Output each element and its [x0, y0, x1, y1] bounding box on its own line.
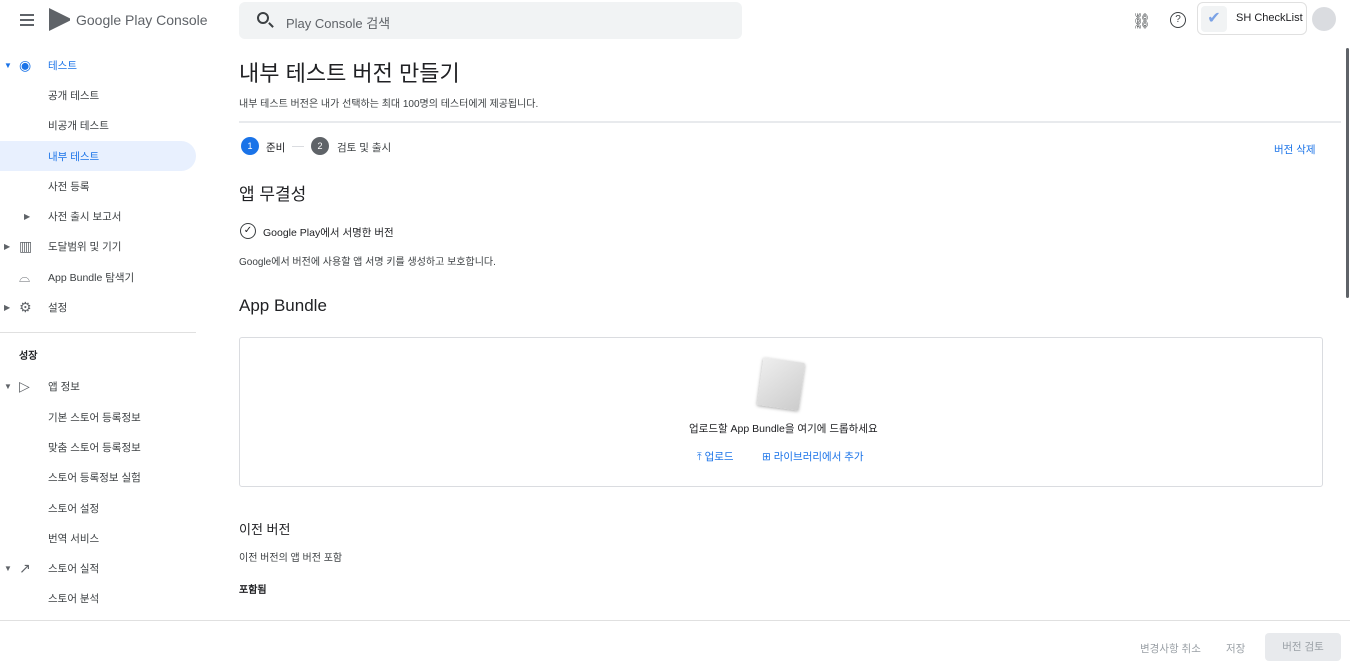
bar-chart-icon: ▥ [19, 238, 33, 255]
sidebar-item-app-info[interactable]: ▼ ▷ 앱 정보 [0, 372, 200, 402]
footer-bar: 변경사항 취소 저장 버전 검토 [0, 620, 1350, 667]
integrity-desc: Google에서 버전에 사용할 앱 서명 키를 생성하고 보호합니다. [239, 257, 496, 268]
sidebar-item-label: 도달범위 및 기기 [48, 241, 122, 254]
chevron-right-icon: ▶ [24, 212, 31, 222]
sidebar-item-pre-launch-report[interactable]: ▶ 사전 출시 보고서 [0, 201, 200, 231]
app-name: SH CheckList [1236, 12, 1303, 24]
sidebar-item-label: 기본 스토어 등록정보 [48, 411, 141, 424]
sidebar-item-label: 번역 서비스 [48, 532, 100, 545]
sidebar-item-settings[interactable]: ▶ ⚙ 설정 [0, 292, 200, 322]
chevron-right-icon: ▶ [4, 303, 11, 313]
link-icon[interactable]: ⛓ [1132, 12, 1151, 30]
sidebar-item-closed-test[interactable]: 비공개 테스트 [0, 111, 200, 141]
app-icon: ✔ [1201, 6, 1227, 32]
sidebar-item-pre-registration[interactable]: 사전 등록 [0, 171, 200, 201]
help-icon[interactable]: ? [1170, 12, 1186, 28]
library-label: 라이브러리에서 추가 [773, 451, 864, 463]
trending-up-icon: ↗ [19, 560, 31, 577]
divider [0, 331, 196, 333]
sidebar-item-bundle-explorer[interactable]: ⌓ App Bundle 탐색기 [0, 262, 200, 292]
sidebar-item-label: 사전 등록 [48, 180, 90, 193]
page-subtitle: 내부 테스트 버전은 내가 선택하는 최대 100명의 테스터에게 제공됩니다. [239, 99, 539, 110]
sidebar-item-reach-devices[interactable]: ▶ ▥ 도달범위 및 기기 [0, 232, 200, 262]
included-label: 포함됨 [239, 585, 267, 596]
search-input[interactable]: Play Console 검색 [239, 2, 742, 39]
sidebar-item-label: 테스트 [48, 59, 77, 72]
search-placeholder: Play Console 검색 [286, 16, 391, 31]
upload-icon: ⤒ [697, 451, 702, 463]
step-connector [292, 146, 304, 147]
sidebar-item-label: 스토어 등록정보 실험 [48, 472, 141, 485]
menu-icon[interactable] [20, 14, 34, 26]
sidebar-item-custom-listing[interactable]: 맞춤 스토어 등록정보 [0, 432, 200, 462]
chevron-right-icon: ▶ [4, 242, 11, 252]
sidebar: ▼ ◉ 테스트 공개 테스트 비공개 테스트 내부 테스트 사전 등록 ▶ 사전 출시… [0, 50, 200, 614]
integrity-check-label: Google Play에서 서명한 버전 [263, 227, 394, 239]
page-title: 내부 테스트 버전 만들기 [239, 61, 460, 86]
chevron-down-icon: ▼ [4, 564, 12, 574]
step-2-badge: 2 [311, 137, 329, 155]
bundle-title: App Bundle [239, 296, 327, 315]
play-console-logo[interactable] [49, 8, 70, 31]
android-icon: ⌓ [19, 268, 31, 285]
sidebar-item-label: 스토어 분석 [48, 593, 100, 606]
sidebar-item-store-analysis[interactable]: 스토어 분석 [0, 584, 200, 614]
previous-desc: 이전 버전의 앱 버전 포함 [239, 553, 343, 564]
check-circle-icon: ✓ [240, 223, 256, 239]
sidebar-item-open-test[interactable]: 공개 테스트 [0, 80, 200, 110]
sidebar-item-label: 앱 정보 [48, 381, 80, 394]
play-icon: ▷ [19, 378, 30, 395]
play-circle-icon: ◉ [19, 56, 32, 73]
bundle-drop-zone[interactable]: 업로드할 App Bundle을 여기에 드롭하세요 ⤒ 업로드 ⊞ 라이브러리… [239, 337, 1323, 487]
sidebar-item-label: 사전 출시 보고서 [48, 211, 122, 224]
discard-button[interactable]: 변경사항 취소 [1140, 641, 1201, 656]
sidebar-item-label: App Bundle 탐색기 [48, 271, 135, 284]
review-version-button[interactable]: 버전 검토 [1265, 633, 1341, 661]
avatar[interactable] [1312, 7, 1336, 31]
scrollbar[interactable] [1346, 48, 1349, 298]
brand-name: Google Play Console [76, 12, 208, 28]
sidebar-item-label: 스토어 실적 [48, 563, 100, 576]
save-button[interactable]: 저장 [1226, 641, 1245, 656]
sidebar-item-label: 설정 [48, 302, 68, 315]
step-1-label: 준비 [266, 142, 286, 154]
search-icon [257, 12, 269, 24]
top-bar: Google Play Console Play Console 검색 ⛓ ? … [0, 0, 1350, 42]
chevron-down-icon: ▼ [4, 60, 12, 70]
app-selector[interactable]: ✔ SH CheckList [1197, 2, 1307, 35]
add-from-library-button[interactable]: ⊞ 라이브러리에서 추가 [762, 449, 864, 464]
upload-label: 업로드 [704, 451, 734, 463]
previous-title: 이전 버전 [239, 522, 291, 537]
chevron-down-icon: ▼ [4, 382, 12, 392]
sidebar-item-label: 맞춤 스토어 등록정보 [48, 441, 141, 454]
step-2-label: 검토 및 출시 [337, 142, 392, 154]
integrity-title: 앱 무결성 [239, 185, 307, 204]
sidebar-item-listing-experiments[interactable]: 스토어 등록정보 실험 [0, 463, 200, 493]
sidebar-item-store-settings[interactable]: 스토어 설정 [0, 493, 200, 523]
drop-text: 업로드할 App Bundle을 여기에 드롭하세요 [689, 423, 878, 435]
section-growth: 성장 [19, 350, 38, 362]
library-add-icon: ⊞ [762, 451, 771, 463]
sidebar-item-label: 공개 테스트 [48, 89, 100, 102]
delete-version-button[interactable]: 버전 삭제 [1274, 142, 1316, 157]
sidebar-item-label: 스토어 설정 [48, 502, 100, 515]
sidebar-item-internal-test[interactable]: 내부 테스트 [0, 140, 196, 172]
gear-icon: ⚙ [19, 299, 32, 316]
document-icon [756, 357, 806, 411]
sidebar-item-test[interactable]: ▼ ◉ 테스트 [0, 50, 200, 80]
sidebar-item-translation[interactable]: 번역 서비스 [0, 523, 200, 553]
step-1-badge: 1 [241, 137, 259, 155]
sidebar-item-label: 내부 테스트 [48, 150, 100, 163]
divider [239, 121, 1341, 123]
upload-button[interactable]: ⤒ 업로드 [697, 449, 734, 464]
sidebar-item-label: 비공개 테스트 [48, 120, 109, 133]
sidebar-item-main-listing[interactable]: 기본 스토어 등록정보 [0, 402, 200, 432]
sidebar-item-store-performance[interactable]: ▼ ↗ 스토어 실적 [0, 553, 200, 583]
